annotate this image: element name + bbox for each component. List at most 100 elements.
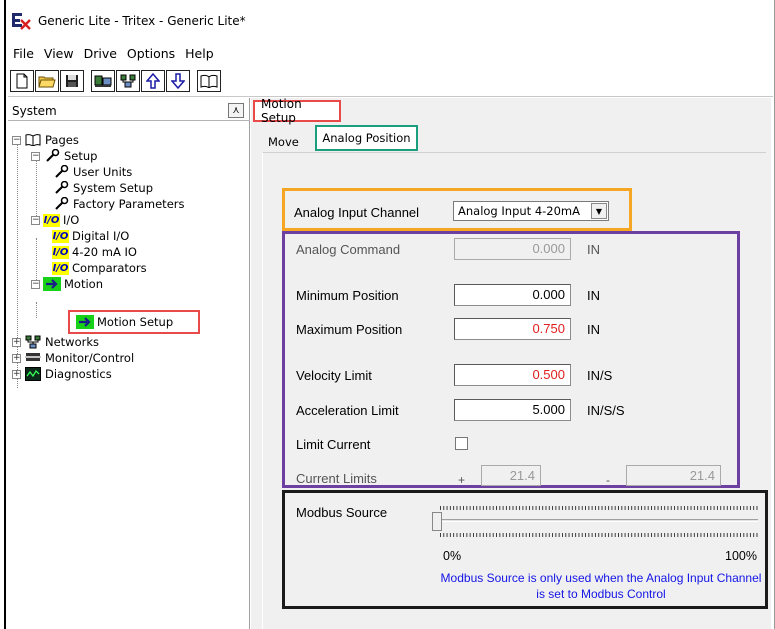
tree-label: System Setup xyxy=(73,181,154,195)
menu-bar: File View Drive Options Help xyxy=(8,40,219,66)
slider-ticks xyxy=(440,533,758,537)
collapse-tree-icon[interactable]: − xyxy=(31,279,40,289)
tab-motion-setup[interactable]: Motion Setup xyxy=(253,97,341,125)
menu-file[interactable]: File xyxy=(8,46,39,61)
acceleration-limit-unit: IN/S/S xyxy=(587,403,625,418)
slider-max-label: 100% xyxy=(725,549,757,563)
tree-item-digital-io[interactable]: I/O Digital I/O xyxy=(52,228,129,244)
menu-view[interactable]: View xyxy=(39,46,79,61)
minimum-position-field[interactable]: 0.000 xyxy=(454,284,571,306)
toolbar xyxy=(10,68,222,94)
analog-command-field: 0.000 xyxy=(454,238,571,260)
slider-thumb[interactable] xyxy=(432,512,442,531)
tree-label: Comparators xyxy=(72,261,147,275)
motion-arrow-icon xyxy=(76,315,94,329)
menu-options[interactable]: Options xyxy=(122,46,180,61)
analog-input-channel-value: Analog Input 4-20mA xyxy=(458,204,580,218)
io-icon: I/O xyxy=(52,245,69,259)
toolbar-divider xyxy=(8,96,773,97)
window-title: Generic Lite - Tritex - Generic Lite* xyxy=(38,14,246,28)
tree-item-pages[interactable]: − Pages xyxy=(12,132,79,148)
tree-item-monitor-control[interactable]: + Monitor/Control xyxy=(12,350,134,366)
tree-label: Setup xyxy=(64,149,98,163)
wrench-icon xyxy=(52,197,70,211)
tree-label: Networks xyxy=(45,335,100,349)
monitor-icon xyxy=(24,351,42,365)
tree-label: Motion Setup xyxy=(97,315,174,329)
slider-track[interactable] xyxy=(442,519,758,522)
limit-current-checkbox[interactable] xyxy=(455,437,468,450)
tree-item-io[interactable]: − I/O I/O xyxy=(31,212,79,228)
tree-label: Motion xyxy=(64,277,103,291)
motion-arrow-icon xyxy=(43,277,61,291)
minimum-position-label: Minimum Position xyxy=(296,288,399,303)
open-icon[interactable] xyxy=(35,70,59,92)
analog-input-channel-select[interactable]: Analog Input 4-20mA ▼ xyxy=(453,201,609,221)
upload-icon[interactable] xyxy=(141,70,165,92)
velocity-limit-unit: IN/S xyxy=(587,368,613,383)
app-logo-icon xyxy=(10,11,32,31)
tab-move[interactable]: Move xyxy=(262,132,305,152)
maximum-position-field[interactable]: 0.750 xyxy=(454,318,571,340)
tree-label: Diagnostics xyxy=(45,367,112,381)
sub-tab-strip: Move xyxy=(262,128,305,152)
collapse-tree-icon[interactable]: − xyxy=(31,151,40,161)
maximum-position-label: Maximum Position xyxy=(296,322,403,337)
tree-guide-line xyxy=(36,158,37,218)
tree-item-comparators[interactable]: I/O Comparators xyxy=(52,260,147,276)
tree-item-factory-parameters[interactable]: Factory Parameters xyxy=(52,196,185,212)
modbus-source-label: Modbus Source xyxy=(296,505,388,520)
tree-item-motion[interactable]: − Motion xyxy=(31,276,103,292)
book-icon xyxy=(24,133,42,147)
wrench-icon xyxy=(43,149,61,163)
expand-tree-icon[interactable]: + xyxy=(12,353,21,363)
tree-item-4-20ma-io[interactable]: I/O 4-20 mA IO xyxy=(52,244,137,260)
tree-label: Monitor/Control xyxy=(45,351,135,365)
left-panel-header: System ⋏ xyxy=(8,101,250,121)
collapse-icon[interactable]: ⋏ xyxy=(228,103,244,118)
tree-item-system-setup[interactable]: System Setup xyxy=(52,180,153,196)
chevron-down-icon[interactable]: ▼ xyxy=(591,203,607,219)
drive-icon[interactable] xyxy=(91,70,115,92)
tab-analog-position[interactable]: Analog Position xyxy=(315,125,418,151)
limit-current-label: Limit Current xyxy=(296,437,371,452)
wrench-icon xyxy=(52,165,70,179)
current-limits-minus-field: 21.4 xyxy=(626,465,721,486)
tree-item-setup[interactable]: − Setup xyxy=(31,148,97,164)
expand-tree-icon[interactable]: + xyxy=(12,369,21,379)
velocity-limit-label: Velocity Limit xyxy=(296,368,372,383)
tree-item-motion-setup[interactable]: Motion Setup xyxy=(68,310,200,334)
tree-item-user-units[interactable]: User Units xyxy=(52,164,132,180)
slider-ticks xyxy=(440,506,758,510)
acceleration-limit-field[interactable]: 5.000 xyxy=(454,399,571,421)
analog-command-label: Analog Command xyxy=(296,242,401,257)
current-limits-plus-field: 21.4 xyxy=(481,465,541,486)
current-limits-label: Current Limits xyxy=(296,471,377,486)
title-bar: Generic Lite - Tritex - Generic Lite* xyxy=(8,6,768,36)
book-icon[interactable] xyxy=(197,70,221,92)
io-icon: I/O xyxy=(52,261,69,275)
tree-label: Pages xyxy=(45,133,79,147)
network-icon[interactable] xyxy=(116,70,140,92)
analog-command-unit: IN xyxy=(587,242,600,257)
tree-item-networks[interactable]: + Networks xyxy=(12,334,99,350)
wrench-icon xyxy=(52,181,70,195)
modbus-source-slider[interactable] xyxy=(430,504,760,544)
tree-label: User Units xyxy=(73,165,133,179)
new-icon[interactable] xyxy=(10,70,34,92)
collapse-tree-icon[interactable]: − xyxy=(31,215,40,225)
save-icon[interactable] xyxy=(60,70,84,92)
tree-guide-line xyxy=(36,302,37,318)
acceleration-limit-label: Acceleration Limit xyxy=(296,403,399,418)
menu-help[interactable]: Help xyxy=(180,46,219,61)
tree-item-diagnostics[interactable]: + Diagnostics xyxy=(12,366,112,382)
tree-label: 4-20 mA IO xyxy=(72,245,137,259)
expand-tree-icon[interactable]: + xyxy=(12,337,21,347)
velocity-limit-field[interactable]: 0.500 xyxy=(454,364,571,386)
download-icon[interactable] xyxy=(166,70,190,92)
collapse-tree-icon[interactable]: − xyxy=(12,135,21,145)
tree-label: I/O xyxy=(63,213,80,227)
network-icon xyxy=(24,335,42,349)
minimum-position-unit: IN xyxy=(587,288,600,303)
menu-drive[interactable]: Drive xyxy=(79,46,122,61)
